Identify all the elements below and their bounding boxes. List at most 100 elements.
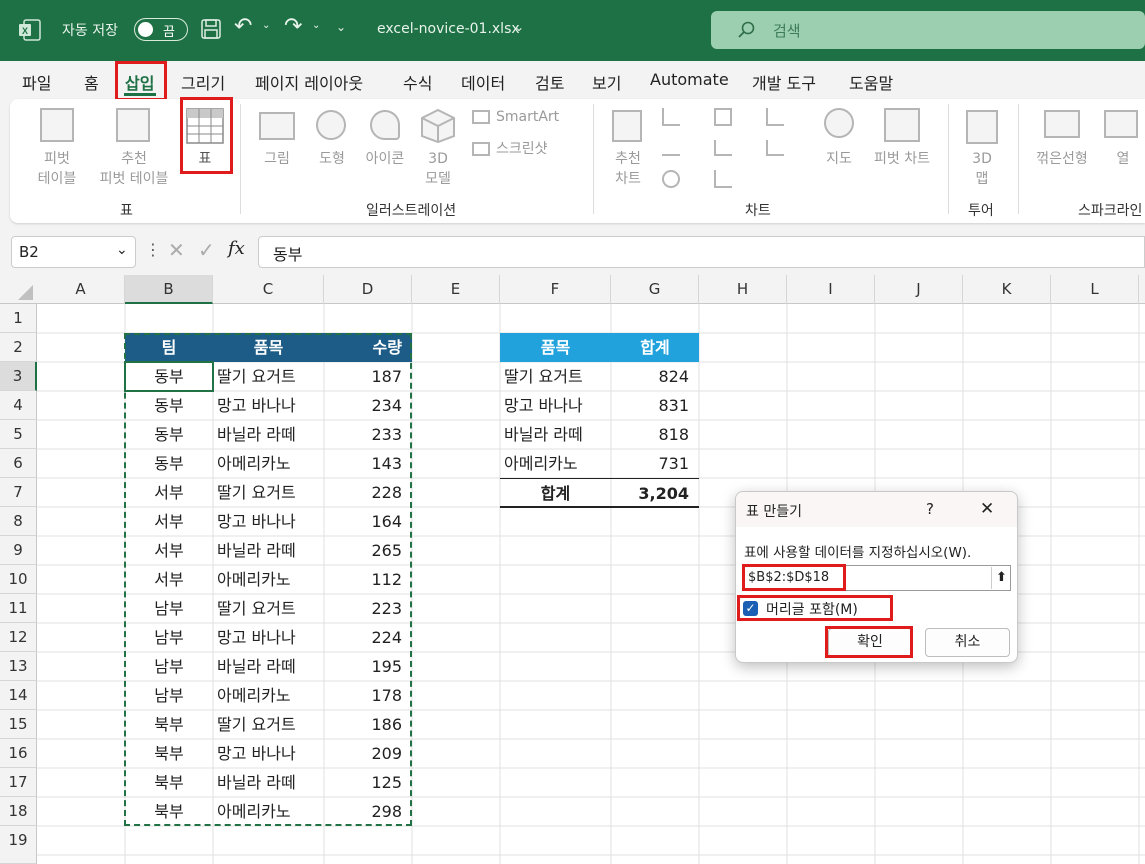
summary-item[interactable]: 아메리카노 [504,449,610,478]
row-header[interactable]: 9 [0,536,37,565]
tab-view[interactable]: 보기 [592,70,621,94]
recommended-pivot-button[interactable]: 추천 피벗 테이블 [94,149,174,189]
tab-home[interactable]: 홈 [84,70,99,94]
autosave-toggle[interactable]: 끔 [134,18,188,41]
select-all-icon[interactable] [16,285,34,301]
summary-item[interactable]: 망고 바나나 [504,391,610,420]
row-header[interactable]: 15 [0,710,37,739]
summary-value[interactable]: 824 [611,362,689,391]
summary-header-item[interactable]: 품목 [500,333,611,362]
tab-help[interactable]: 도움말 [849,70,893,94]
picture-button[interactable]: 그림 [255,149,299,169]
row-header[interactable]: 17 [0,768,37,797]
column-header-h[interactable]: H [699,275,787,304]
summary-total-value[interactable]: 3,204 [611,479,689,508]
dialog-close-icon[interactable]: ✕ [980,499,994,519]
column-header-c[interactable]: C [213,275,324,304]
cancel-button[interactable]: 취소 [925,628,1010,657]
undo-dropdown-icon[interactable]: ⌄ [262,20,270,31]
tab-formulas[interactable]: 수식 [403,70,432,94]
redo-dropdown-icon[interactable]: ⌄ [312,20,320,31]
smartart-button[interactable]: SmartArt [496,107,560,127]
line-chart-icon[interactable] [662,140,680,156]
summary-item[interactable]: 바닐라 라떼 [504,420,610,449]
sparkline-column-button[interactable]: 열 [1108,149,1138,169]
column-header-l[interactable]: L [1051,275,1139,304]
tab-automate[interactable]: Automate [650,70,729,89]
row-header[interactable]: 8 [0,507,37,536]
undo-icon[interactable]: ↶ [234,14,252,39]
formula-input[interactable]: 동부 [258,236,1145,268]
name-box[interactable]: B2 ⌄ [11,236,136,268]
ribbon-separator [1018,104,1019,214]
column-chart-icon[interactable] [662,108,680,126]
search-box[interactable]: 검색 [711,11,1145,49]
3d-map-button[interactable]: 3D 맵 [960,149,1004,189]
pivot-chart-button[interactable]: 피벗 차트 [864,149,940,169]
tab-file[interactable]: 파일 [22,70,51,94]
row-header[interactable]: 3 [0,362,37,391]
row-header[interactable]: 14 [0,681,37,710]
row-header[interactable]: 1 [0,304,37,333]
summary-header-total[interactable]: 합계 [611,333,699,362]
row-header[interactable]: 12 [0,623,37,652]
row-header[interactable]: 18 [0,797,37,826]
row-header[interactable]: 16 [0,739,37,768]
tab-data[interactable]: 데이터 [461,70,505,94]
3d-models-button[interactable]: 3D 모델 [414,149,462,189]
screenshot-button[interactable]: 스크린샷 [496,139,576,159]
cancel-icon[interactable]: ✕ [168,238,185,262]
insert-function-icon[interactable]: fx [228,238,245,259]
row-header[interactable]: 5 [0,420,37,449]
row-header[interactable]: 19 [0,826,37,864]
column-header-e[interactable]: E [412,275,500,304]
save-icon[interactable] [200,18,222,40]
tab-developer[interactable]: 개발 도구 [752,70,816,94]
row-header[interactable]: 2 [0,333,37,362]
waterfall-chart-icon[interactable] [766,108,784,126]
file-name[interactable]: excel-novice-01.xlsx [377,21,520,37]
column-header-a[interactable]: A [37,275,125,304]
hierarchy-chart-icon[interactable] [714,108,732,126]
column-header-k[interactable]: K [963,275,1051,304]
row-header[interactable]: 11 [0,594,37,623]
summary-total-label[interactable]: 합계 [500,479,611,508]
enter-icon[interactable]: ✓ [198,238,215,262]
column-header-f[interactable]: F [500,275,611,304]
name-box-dropdown-icon[interactable]: ⌄ [116,242,128,258]
pivot-table-button[interactable]: 피벗 테이블 [24,149,90,189]
column-header-b[interactable]: B [125,275,213,304]
statistic-chart-icon[interactable] [714,140,732,156]
column-header-j[interactable]: J [875,275,963,304]
column-header-d[interactable]: D [324,275,412,304]
summary-item[interactable]: 딸기 요거트 [504,362,610,391]
filename-chevron-icon[interactable]: ⌄ [514,20,524,34]
collapse-range-icon[interactable]: ⬆ [991,567,1011,589]
row-header[interactable]: 7 [0,478,37,507]
summary-value[interactable]: 818 [611,420,689,449]
name-box-value: B2 [19,243,39,261]
formula-bar-more-icon[interactable]: ⋮ [145,240,161,259]
row-header[interactable]: 6 [0,449,37,478]
column-header-i[interactable]: I [787,275,875,304]
tab-draw[interactable]: 그리기 [181,70,225,94]
customize-toolbar-icon[interactable]: ⌄ [336,20,346,34]
row-header[interactable]: 10 [0,565,37,594]
row-header[interactable]: 13 [0,652,37,681]
column-header-g[interactable]: G [611,275,699,304]
summary-value[interactable]: 731 [611,449,689,478]
combo-chart-icon[interactable] [766,140,784,156]
sparkline-line-button[interactable]: 꺾은선형 [1030,149,1094,169]
tab-review[interactable]: 검토 [535,70,564,94]
scatter-chart-icon[interactable] [714,170,732,188]
shapes-button[interactable]: 도형 [310,149,354,169]
tab-page-layout[interactable]: 페이지 레이아웃 [255,70,363,94]
maps-button[interactable]: 지도 [816,149,862,169]
row-header[interactable]: 4 [0,391,37,420]
summary-value[interactable]: 831 [611,391,689,420]
dialog-help-button[interactable]: ? [926,500,934,518]
recommended-charts-button[interactable]: 추천 차트 [606,149,650,189]
redo-icon[interactable]: ↷ [284,14,302,39]
icons-button[interactable]: 아이콘 [360,149,410,169]
pie-chart-icon[interactable] [662,170,680,188]
